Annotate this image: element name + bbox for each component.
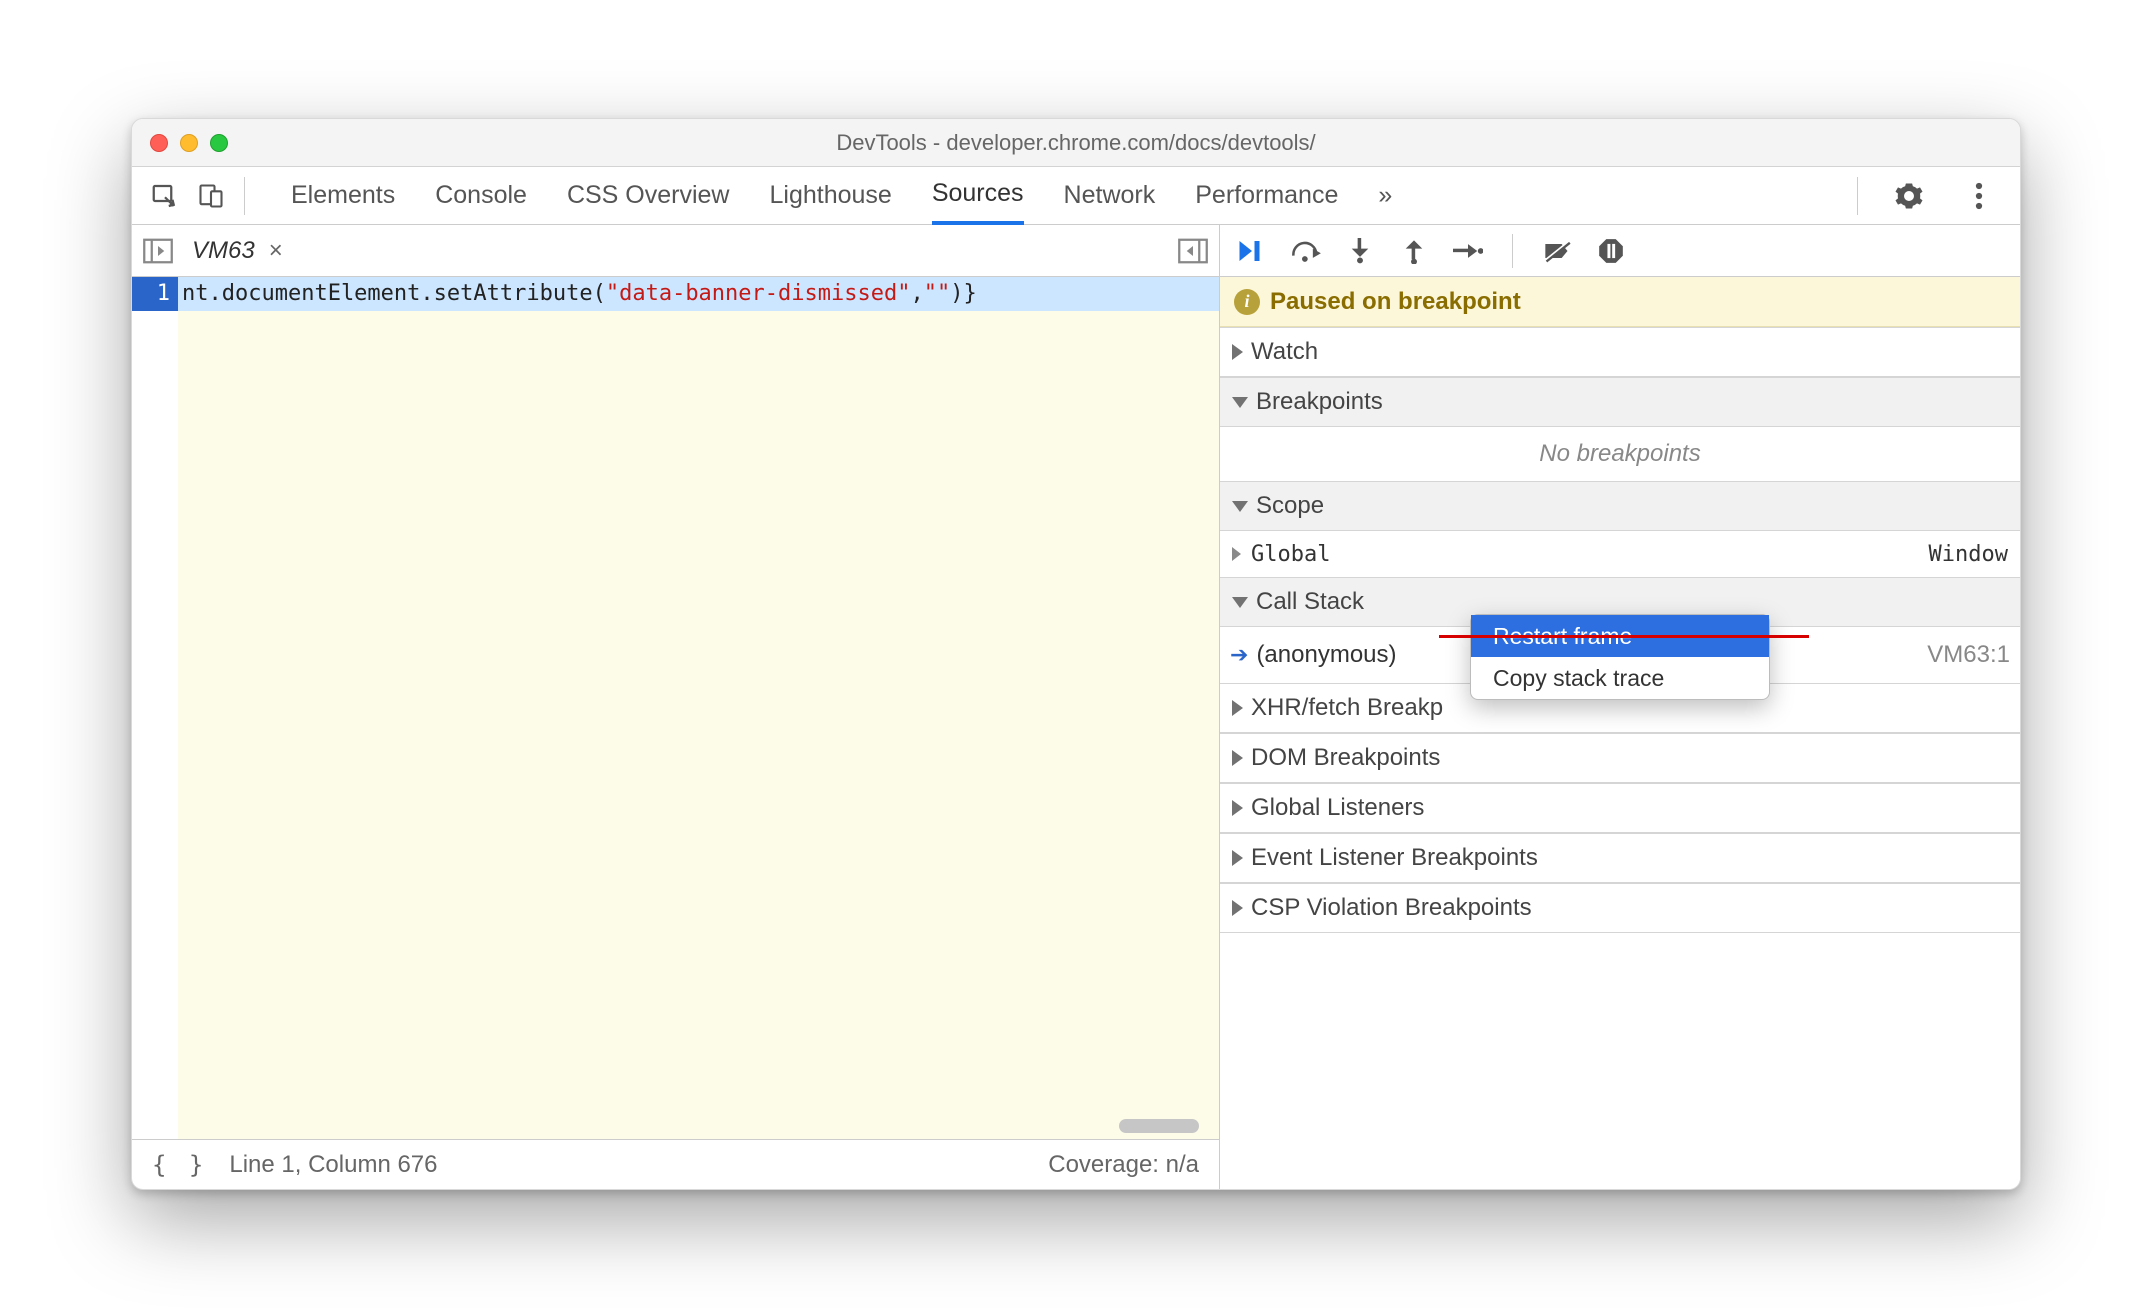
tab-lighthouse[interactable]: Lighthouse	[770, 167, 892, 225]
disclosure-triangle-icon	[1232, 344, 1243, 360]
debugger-toolbar	[1220, 225, 2020, 277]
watch-section-header[interactable]: Watch	[1220, 327, 2020, 377]
code-text: nt.documentElement.setAttribute("data-ba…	[178, 277, 977, 311]
tab-performance[interactable]: Performance	[1195, 167, 1338, 225]
breakpoints-empty-message: No breakpoints	[1220, 427, 2020, 481]
titlebar: DevTools - developer.chrome.com/docs/dev…	[132, 119, 2020, 167]
editor-background	[178, 311, 1219, 1139]
disclosure-triangle-icon	[1232, 501, 1248, 512]
context-menu-copy-stack-trace[interactable]: Copy stack trace	[1471, 657, 1769, 699]
cursor-position: Line 1, Column 676	[229, 1151, 437, 1179]
line-number[interactable]: 1	[132, 277, 178, 311]
close-file-tab-button[interactable]: ×	[263, 237, 289, 265]
debugger-pane-toggle-icon[interactable]	[1175, 233, 1211, 269]
inspect-element-icon[interactable]	[142, 173, 188, 219]
context-menu-restart-frame[interactable]: Restart frame	[1471, 615, 1769, 657]
deactivate-breakpoints-button[interactable]	[1541, 235, 1573, 267]
coverage-status: Coverage: n/a	[1048, 1151, 1199, 1179]
csp-violation-breakpoints-section-header[interactable]: CSP Violation Breakpoints	[1220, 883, 2020, 933]
strikethrough-annotation	[1439, 635, 1809, 638]
file-tab-vm63[interactable]: VM63 ×	[192, 225, 289, 277]
editor-statusbar: { } Line 1, Column 676 Coverage: n/a	[132, 1139, 1219, 1189]
paused-message: Paused on breakpoint	[1270, 288, 1521, 316]
disclosure-triangle-icon	[1232, 597, 1248, 608]
scope-global-row[interactable]: Global Window	[1220, 531, 2020, 577]
callstack-frame-location: VM63:1	[1927, 641, 2010, 669]
disclosure-triangle-icon	[1232, 397, 1248, 408]
separator	[1512, 234, 1513, 268]
minimize-window-button[interactable]	[180, 134, 198, 152]
editor-tabs-bar: VM63 ×	[132, 225, 1219, 277]
disclosure-triangle-icon	[1232, 750, 1243, 766]
kebab-menu-icon[interactable]	[1956, 173, 2002, 219]
step-button[interactable]	[1452, 235, 1484, 267]
scope-section-header[interactable]: Scope	[1220, 481, 2020, 531]
paused-banner: i Paused on breakpoint	[1220, 277, 2020, 327]
settings-gear-icon[interactable]	[1886, 173, 1932, 219]
disclosure-triangle-icon	[1232, 547, 1241, 561]
breakpoints-section-header[interactable]: Breakpoints	[1220, 377, 2020, 427]
pretty-print-button[interactable]: { }	[152, 1151, 207, 1179]
separator	[1857, 177, 1858, 215]
navigator-toggle-icon[interactable]	[140, 233, 176, 269]
info-icon: i	[1234, 289, 1260, 315]
event-listener-breakpoints-section-header[interactable]: Event Listener Breakpoints	[1220, 833, 2020, 883]
tab-css-overview[interactable]: CSS Overview	[567, 167, 730, 225]
tabs-overflow-button[interactable]: »	[1378, 167, 1392, 225]
devtools-window: DevTools - developer.chrome.com/docs/dev…	[131, 118, 2021, 1190]
code-editor[interactable]: 1 nt.documentElement.setAttribute("data-…	[132, 277, 1219, 1139]
separator	[244, 177, 245, 215]
main-tabs: Elements Console CSS Overview Lighthouse…	[291, 167, 1392, 225]
sources-left-pane: VM63 × 1 nt.documentElement.setAttribute…	[132, 225, 1220, 1189]
step-out-button[interactable]	[1398, 235, 1430, 267]
disclosure-triangle-icon	[1232, 700, 1243, 716]
device-toolbar-icon[interactable]	[188, 173, 234, 219]
dom-breakpoints-section-header[interactable]: DOM Breakpoints	[1220, 733, 2020, 783]
tab-network[interactable]: Network	[1064, 167, 1156, 225]
traffic-lights	[132, 134, 228, 152]
resume-script-button[interactable]	[1236, 235, 1268, 267]
tab-elements[interactable]: Elements	[291, 167, 395, 225]
close-window-button[interactable]	[150, 134, 168, 152]
callstack-frame-name: (anonymous)	[1256, 641, 1396, 669]
horizontal-scrollbar[interactable]	[1119, 1119, 1199, 1133]
window-title: DevTools - developer.chrome.com/docs/dev…	[132, 130, 2020, 156]
current-frame-arrow-icon: ➔	[1230, 642, 1248, 668]
context-menu: Restart frame Copy stack trace	[1470, 614, 1770, 700]
tab-sources[interactable]: Sources	[932, 167, 1024, 225]
file-tab-label: VM63	[192, 237, 255, 265]
zoom-window-button[interactable]	[210, 134, 228, 152]
code-line-1: 1 nt.documentElement.setAttribute("data-…	[132, 277, 1219, 311]
step-over-button[interactable]	[1290, 235, 1322, 267]
callstack-frame[interactable]: ➔ (anonymous) VM63:1 Restart frame Copy …	[1220, 627, 2020, 683]
global-listeners-section-header[interactable]: Global Listeners	[1220, 783, 2020, 833]
pause-on-exceptions-button[interactable]	[1595, 235, 1627, 267]
tab-console[interactable]: Console	[435, 167, 527, 225]
disclosure-triangle-icon	[1232, 800, 1243, 816]
main-tabs-bar: Elements Console CSS Overview Lighthouse…	[132, 167, 2020, 225]
disclosure-triangle-icon	[1232, 850, 1243, 866]
disclosure-triangle-icon	[1232, 900, 1243, 916]
debugger-sidebar: i Paused on breakpoint Watch Breakpoints…	[1220, 225, 2020, 1189]
step-into-button[interactable]	[1344, 235, 1376, 267]
